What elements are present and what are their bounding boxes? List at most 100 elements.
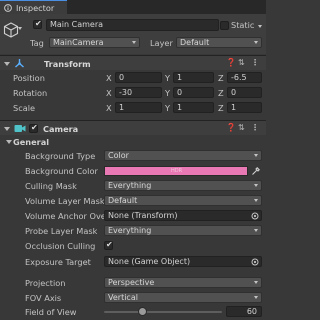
volume-layer-mask-dropdown[interactable]: Default [104,195,262,206]
probe-layer-mask-dropdown[interactable]: Everything [104,225,262,236]
background-type-dropdown[interactable]: Color [104,150,262,161]
static-dropdown-arrow[interactable] [258,25,262,28]
background-color-swatch[interactable]: HDR [104,166,248,176]
occlusion-culling-checkbox[interactable]: ✔ [104,240,113,250]
volume-anchor-field[interactable]: None (Transform) [104,210,262,221]
general-section-label[interactable]: General [13,137,49,147]
rotation-y-field[interactable]: 0 [173,87,214,98]
culling-mask-label: Culling Mask [25,181,77,191]
tab-bar: Inspector [0,0,266,14]
static-label: Static [231,20,255,30]
chevron-down-icon [254,41,258,44]
position-x-field[interactable]: 0 [115,72,162,83]
check-icon: ✔ [106,240,113,249]
more-options-icon[interactable]: ⋮ [251,58,259,68]
scale-label: Scale [13,103,36,113]
background-type-value: Color [108,151,129,160]
chevron-down-icon [254,199,258,202]
camera-header[interactable]: ✔ Camera ❓ ⇅ ⋮ [0,120,266,135]
layer-dropdown[interactable]: Default [176,37,262,48]
volume-layer-mask-value: Default [108,196,138,205]
fov-axis-value: Vertical [108,293,138,302]
exposure-target-field[interactable]: None (Game Object) [104,256,262,267]
chevron-down-icon [254,154,258,157]
tag-dropdown[interactable]: MainCamera [49,37,140,48]
fov-slider-thumb[interactable] [138,307,148,316]
probe-layer-mask-label: Probe Layer Mask [25,226,98,236]
scale-z-field[interactable]: 1 [227,102,262,113]
projection-dropdown[interactable]: Perspective [104,277,262,288]
chevron-down-icon [254,229,258,232]
projection-value: Perspective [108,278,155,287]
camera-icon [14,125,26,132]
scale-y-field[interactable]: 1 [173,102,214,113]
axis-x-label[interactable]: X [106,103,112,113]
axis-y-label[interactable]: Y [165,103,170,113]
transform-header[interactable]: Transform ❓ ⇅ ⋮ [0,55,266,70]
projection-label: Projection [25,278,66,288]
tag-label: Tag [30,38,44,48]
transform-title: Transform [44,59,91,69]
fov-axis-dropdown[interactable]: Vertical [104,292,262,303]
chevron-down-icon [254,184,258,187]
volume-anchor-label: Volume Anchor Ove [25,211,104,221]
chevron-down-icon [132,41,136,44]
layer-label: Layer [150,38,173,48]
general-foldout-arrow-icon[interactable] [6,140,12,144]
fov-label: Field of View [25,307,77,317]
camera-title: Camera [43,124,79,134]
tab-label: Inspector [16,3,55,13]
foldout-arrow-icon[interactable] [4,127,10,131]
culling-mask-value: Everything [108,181,152,190]
exposure-target-value: None (Game Object) [108,257,191,266]
icon-dropdown-arrow[interactable] [18,27,22,30]
hdr-label: HDR [171,168,183,174]
check-icon: ✔ [35,19,42,28]
transform-icon [15,59,24,68]
position-label: Position [13,73,45,83]
eyedropper-icon[interactable] [251,166,261,176]
fov-axis-label: FOV Axis [25,293,62,303]
help-icon[interactable]: ❓ [226,58,236,68]
axis-y-label[interactable]: Y [165,73,170,83]
object-picker-icon[interactable] [251,212,259,220]
check-icon: ✔ [31,123,38,132]
scale-x-field[interactable]: 1 [115,102,162,113]
gameobject-active-checkbox[interactable]: ✔ [33,19,42,29]
axis-z-label[interactable]: Z [218,88,224,98]
position-z-field[interactable]: -6.5 [227,72,262,83]
more-options-icon[interactable]: ⋮ [251,123,259,133]
rotation-z-field[interactable]: 0 [227,87,262,98]
rotation-label: Rotation [13,88,48,98]
exposure-target-label: Exposure Target [25,257,91,267]
preset-icon[interactable]: ⇅ [238,58,245,68]
gameobject-cube-icon [3,22,19,38]
position-y-field[interactable]: 1 [173,72,214,83]
foldout-arrow-icon[interactable] [4,62,10,66]
tab-inspector[interactable]: Inspector [0,0,67,14]
culling-mask-dropdown[interactable]: Everything [104,180,262,191]
help-icon[interactable]: ❓ [226,123,236,133]
info-icon [4,4,12,12]
preset-icon[interactable]: ⇅ [238,123,245,133]
object-picker-icon[interactable] [251,258,259,266]
background-color-label: Background Color [25,166,98,176]
transform-body: Position X 0 Y 1 Z -6.5 Rotation X -30 Y… [0,71,266,117]
axis-z-label[interactable]: Z [218,103,224,113]
axis-x-label[interactable]: X [106,88,112,98]
volume-anchor-value: None (Transform) [108,211,178,220]
axis-y-label[interactable]: Y [165,88,170,98]
gameobject-header: ✔ Main Camera Static Tag MainCamera Laye… [0,14,266,54]
static-checkbox[interactable] [220,21,229,30]
background-type-label: Background Type [25,151,96,161]
fov-value-field[interactable]: 60 [226,306,262,317]
rotation-x-field[interactable]: -30 [115,87,162,98]
fov-slider-track[interactable] [104,311,222,313]
chevron-down-icon [254,281,258,284]
axis-x-label[interactable]: X [106,73,112,83]
probe-layer-mask-value: Everything [108,226,152,235]
axis-z-label[interactable]: Z [218,73,224,83]
camera-enabled-checkbox[interactable]: ✔ [29,123,38,133]
layer-value: Default [180,38,210,47]
gameobject-name-field[interactable]: Main Camera [46,19,219,31]
